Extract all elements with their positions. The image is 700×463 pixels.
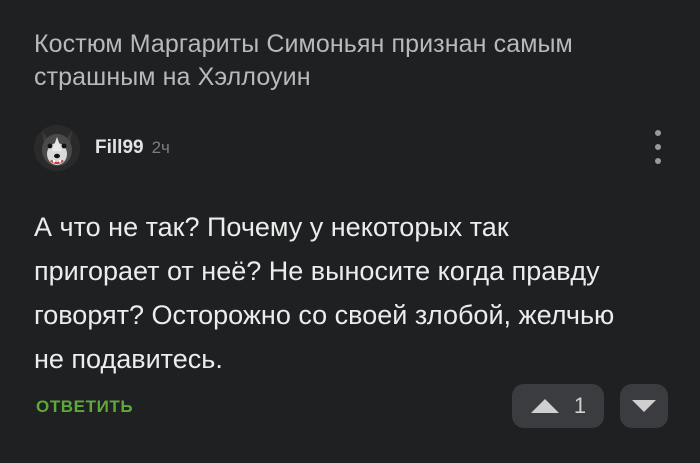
upvote-button[interactable]: 1 bbox=[512, 384, 604, 428]
comment-header: Fill99 2ч bbox=[34, 124, 170, 172]
vertical-ellipsis-icon bbox=[655, 158, 661, 164]
comment-text: А что не так? Почему у некоторых так при… bbox=[34, 212, 615, 374]
more-options-button[interactable] bbox=[648, 130, 668, 164]
comment-time: 2ч bbox=[151, 138, 170, 157]
triangle-up-icon bbox=[530, 399, 559, 413]
vertical-ellipsis-icon bbox=[655, 130, 661, 136]
triangle-down-icon bbox=[632, 400, 656, 412]
avatar[interactable] bbox=[34, 125, 80, 171]
comment-author[interactable]: Fill99 bbox=[95, 137, 144, 159]
reply-button[interactable]: ОТВЕТИТЬ bbox=[36, 397, 133, 417]
post-title[interactable]: Костюм Маргариты Симоньян признан самым … bbox=[34, 28, 674, 94]
husky-dog-avatar-icon bbox=[34, 125, 80, 171]
downvote-button[interactable] bbox=[620, 384, 668, 428]
vertical-ellipsis-icon bbox=[655, 144, 661, 150]
comment-score: 1 bbox=[573, 393, 587, 418]
